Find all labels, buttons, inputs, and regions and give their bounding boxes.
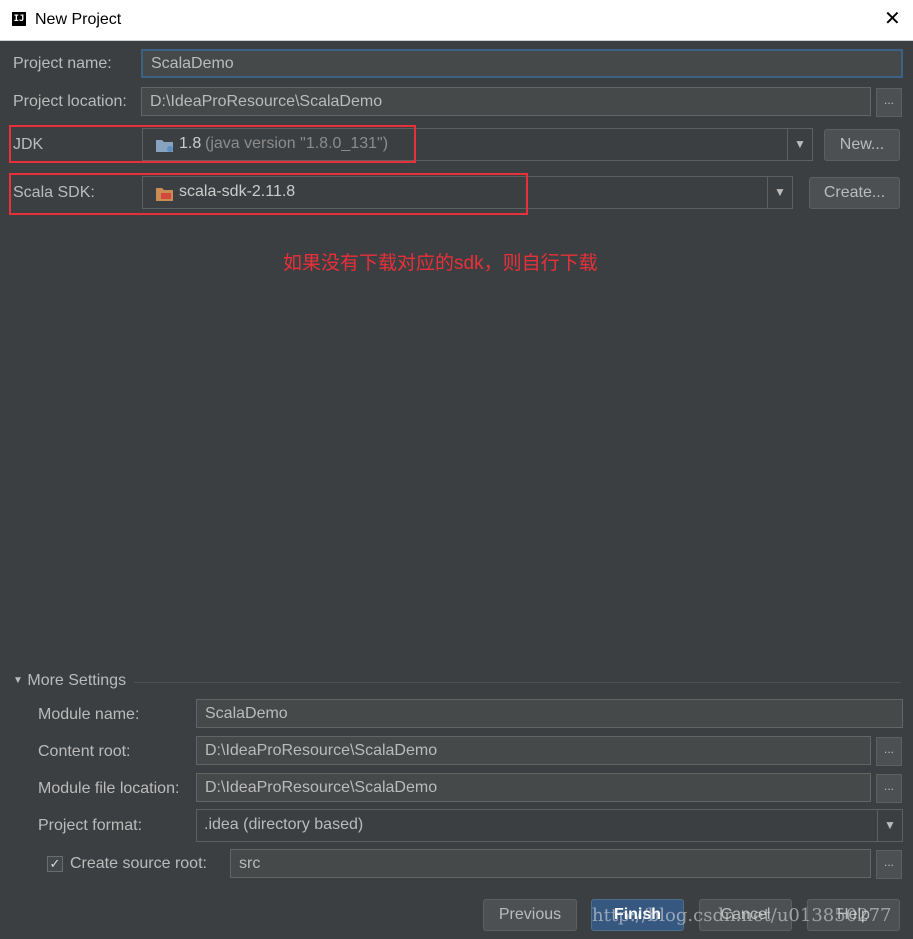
project-name-label: Project name: [13,55,112,72]
browse-content-root-button[interactable]: ... [876,737,902,766]
csdn-watermark: http://blog.csdn.net/u013850277 [592,905,892,926]
more-settings-divider [134,682,901,683]
create-source-root-checkbox[interactable]: ✓ [47,856,63,872]
window-title: New Project [35,11,122,28]
create-sdk-button[interactable]: Create... [809,177,900,209]
download-sdk-annotation: 如果没有下载对应的sdk，则自行下载 [283,253,598,274]
project-format-combo[interactable]: .idea (directory based) ▼ [196,809,903,842]
content-root-label: Content root: [38,743,131,760]
chevron-down-icon[interactable]: ▼ [767,177,792,208]
browse-source-root-button[interactable]: ... [876,850,902,879]
title-bar: IJ New Project ✕ [0,0,913,41]
collapse-triangle-icon: ▼ [13,675,23,686]
module-file-location-input[interactable]: D:\IdeaProResource\ScalaDemo [196,773,871,802]
jdk-highlight-box [9,125,416,163]
project-format-value: .idea (directory based) [204,816,364,833]
module-name-label: Module name: [38,706,140,723]
more-settings-title: More Settings [27,672,127,689]
more-settings-toggle[interactable]: ▼ More Settings [13,672,126,690]
create-source-root-label: Create source root: [70,855,207,872]
close-icon[interactable]: ✕ [884,8,901,30]
previous-button[interactable]: Previous [483,899,577,931]
scala-sdk-highlight-box [9,173,528,215]
source-root-input[interactable]: src [230,849,871,878]
intellij-app-icon: IJ [12,12,26,26]
chevron-down-icon[interactable]: ▼ [787,129,812,160]
project-name-input[interactable]: ScalaDemo [141,49,903,78]
browse-location-button[interactable]: ... [876,88,902,117]
content-root-input[interactable]: D:\IdeaProResource\ScalaDemo [196,736,871,765]
module-name-input[interactable]: ScalaDemo [196,699,903,728]
new-jdk-button[interactable]: New... [824,129,900,161]
project-format-label: Project format: [38,817,143,834]
project-location-label: Project location: [13,93,127,110]
browse-module-file-button[interactable]: ... [876,774,902,803]
module-file-location-label: Module file location: [38,780,180,797]
chevron-down-icon[interactable]: ▼ [877,810,902,841]
project-location-input[interactable]: D:\IdeaProResource\ScalaDemo [141,87,871,116]
